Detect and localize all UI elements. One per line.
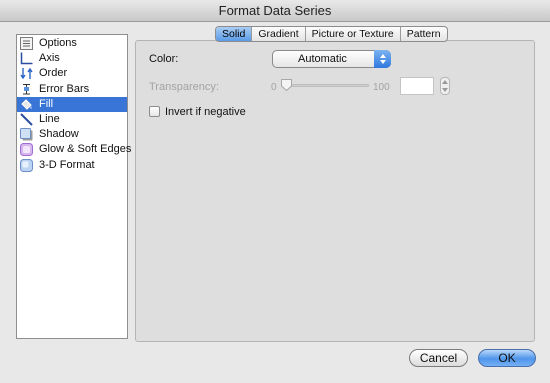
sidebar-item-label: Fill: [39, 97, 54, 110]
sidebar-item-error-bars[interactable]: Error Bars: [17, 82, 127, 97]
sidebar-item-3d-format[interactable]: 3-D Format: [17, 158, 127, 173]
order-icon: [20, 67, 33, 80]
axis-icon: [20, 52, 33, 65]
sidebar-item-shadow[interactable]: Shadow: [17, 127, 127, 142]
transparency-slider[interactable]: [282, 84, 369, 87]
invert-if-negative-label: Invert if negative: [165, 106, 246, 118]
slider-max-label: 100: [373, 82, 390, 93]
line-icon: [20, 113, 33, 126]
color-popup-value: Automatic: [298, 53, 347, 65]
sidebar-item-label: Error Bars: [39, 82, 90, 95]
transparency-stepper[interactable]: [440, 77, 450, 95]
glow-icon: [20, 143, 33, 157]
popup-arrows-icon: [374, 50, 391, 68]
sidebar-item-label: Axis: [39, 52, 60, 65]
slider-thumb[interactable]: [281, 79, 292, 92]
cancel-button[interactable]: Cancel: [409, 349, 468, 367]
options-icon: [20, 37, 33, 51]
sidebar-item-label: Line: [39, 113, 60, 126]
fill-type-tabs: Solid Gradient Picture or Texture Patter…: [215, 26, 448, 42]
category-list[interactable]: Options Axis Order Error Bars Fill Line …: [16, 34, 131, 339]
sidebar-item-label: Options: [39, 37, 77, 50]
3d-format-icon: [20, 158, 33, 172]
error-bars-icon: [20, 83, 33, 96]
format-data-series-dialog: Format Data Series Options Axis Order Er…: [0, 0, 550, 383]
sidebar-item-label: Order: [39, 67, 68, 80]
tab-pattern[interactable]: Pattern: [399, 27, 447, 41]
shadow-icon: [20, 128, 33, 141]
sidebar-item-label: Glow & Soft Edges: [39, 143, 132, 156]
invert-if-negative-checkbox[interactable]: [149, 106, 160, 117]
tab-picture-or-texture[interactable]: Picture or Texture: [304, 27, 400, 41]
sidebar-item-order[interactable]: Order: [17, 66, 127, 81]
sidebar-item-label: 3-D Format: [39, 158, 95, 171]
slider-min-label: 0: [271, 82, 277, 93]
sidebar-item-options[interactable]: Options: [17, 36, 127, 51]
sidebar-item-fill[interactable]: Fill: [17, 96, 127, 112]
stepper-down-icon: [442, 88, 448, 92]
color-label: Color:: [149, 53, 179, 65]
fill-bucket-icon: [20, 98, 33, 111]
tab-gradient[interactable]: Gradient: [251, 27, 304, 41]
transparency-value-field[interactable]: [400, 77, 434, 95]
sidebar-item-label: Shadow: [39, 128, 79, 141]
color-popup-button[interactable]: Automatic: [272, 50, 391, 68]
tab-solid[interactable]: Solid: [216, 27, 252, 41]
window-title: Format Data Series: [0, 0, 550, 22]
sidebar-item-glow[interactable]: Glow & Soft Edges: [17, 142, 131, 157]
ok-button[interactable]: OK: [478, 349, 536, 367]
sidebar-item-line[interactable]: Line: [17, 112, 127, 127]
transparency-label: Transparency:: [149, 81, 219, 93]
sidebar-item-axis[interactable]: Axis: [17, 51, 127, 66]
stepper-up-icon: [442, 80, 448, 84]
